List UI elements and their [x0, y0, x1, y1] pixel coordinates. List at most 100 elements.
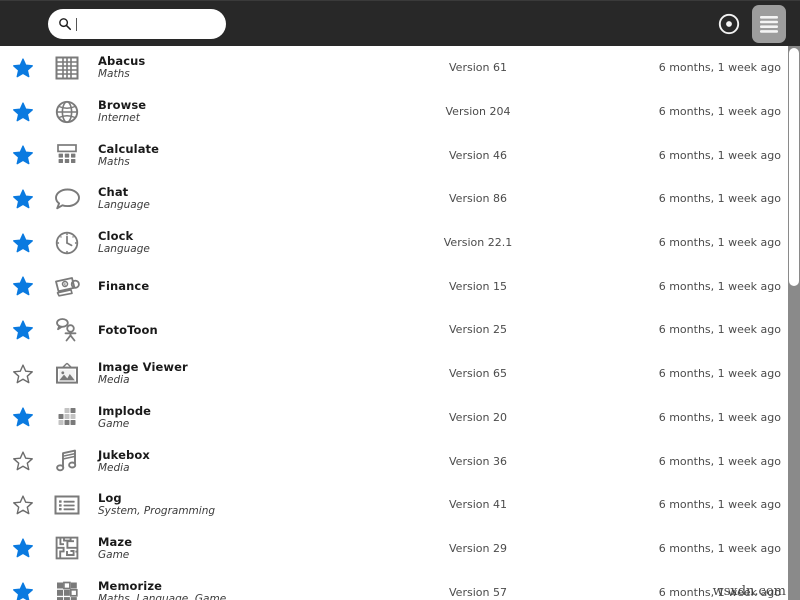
- banknote-icon: $: [53, 274, 81, 298]
- search-input[interactable]: [78, 14, 208, 34]
- table-row[interactable]: Implode Game Version 20 6 months, 1 week…: [0, 396, 788, 440]
- star-filled-icon: [12, 57, 34, 79]
- star-filled-icon: [12, 188, 34, 210]
- activity-date: 6 months, 1 week ago: [658, 236, 781, 250]
- toolbar-right-actions: [714, 1, 786, 47]
- activity-date: 6 months, 1 week ago: [658, 192, 781, 206]
- activity-date: 6 months, 1 week ago: [658, 454, 781, 468]
- table-row[interactable]: Calculate Maths Version 46 6 months, 1 w…: [0, 133, 788, 177]
- favorite-star-button[interactable]: [0, 57, 46, 79]
- table-row[interactable]: Clock Language Version 22.1 6 months, 1 …: [0, 221, 788, 265]
- calculator-icon: [55, 142, 79, 168]
- table-row[interactable]: Log System, Programming Version 41 6 mon…: [0, 483, 788, 527]
- hamburger-list-icon: [758, 14, 780, 34]
- favorite-star-button[interactable]: [0, 406, 46, 428]
- activity-version: Version 20: [449, 410, 507, 424]
- favorite-star-button[interactable]: [0, 101, 46, 123]
- search-box[interactable]: [48, 9, 226, 39]
- favorite-star-button[interactable]: [0, 275, 46, 297]
- activity-icon: [46, 361, 88, 387]
- activity-name-cell[interactable]: Jukebox Media: [88, 448, 378, 475]
- activity-date: 6 months, 1 week ago: [658, 105, 781, 119]
- list-box-icon: [53, 494, 81, 516]
- activity-name-cell[interactable]: Abacus Maths: [88, 54, 378, 81]
- favorite-star-button[interactable]: [0, 450, 46, 472]
- activity-title: Memorize: [98, 578, 163, 593]
- table-row[interactable]: Browse Internet Version 204 6 months, 1 …: [0, 90, 788, 134]
- activity-icon: [46, 580, 88, 600]
- activity-name-cell[interactable]: Calculate Maths: [88, 142, 378, 169]
- activity-title: Browse: [98, 98, 147, 113]
- favorite-star-button[interactable]: [0, 319, 46, 341]
- activity-date: 6 months, 1 week ago: [658, 498, 781, 512]
- activity-name-cell[interactable]: Clock Language: [88, 229, 378, 256]
- activities-list-window: Abacus Maths Version 61 6 months, 1 week…: [0, 0, 800, 600]
- table-row[interactable]: Abacus Maths Version 61 6 months, 1 week…: [0, 46, 788, 90]
- favorite-star-button[interactable]: [0, 363, 46, 385]
- table-row[interactable]: Maze Game Version 29 6 months, 1 week ag…: [0, 527, 788, 571]
- table-row[interactable]: Jukebox Media Version 36 6 months, 1 wee…: [0, 439, 788, 483]
- activity-name-cell[interactable]: Maze Game: [88, 535, 378, 562]
- star-filled-icon: [12, 144, 34, 166]
- activity-version: Version 41: [449, 498, 507, 512]
- favorite-star-button[interactable]: [0, 188, 46, 210]
- activity-tags: Language: [98, 243, 150, 256]
- table-row[interactable]: Chat Language Version 86 6 months, 1 wee…: [0, 177, 788, 221]
- activity-name-cell[interactable]: Memorize Maths, Language, Game: [88, 579, 378, 600]
- favorite-star-button[interactable]: [0, 537, 46, 559]
- activity-name-cell[interactable]: Image Viewer Media: [88, 360, 378, 387]
- activity-title: Implode: [98, 403, 152, 418]
- activity-tags: Maths: [98, 155, 130, 168]
- activity-tags: Maths: [98, 68, 130, 81]
- vertical-scrollbar[interactable]: [788, 46, 800, 600]
- scrollbar-thumb[interactable]: [789, 48, 799, 286]
- star-filled-icon: [12, 581, 34, 600]
- star-outline-icon: [12, 494, 34, 516]
- maze-icon: [54, 535, 80, 561]
- activity-icon: [46, 405, 88, 429]
- activity-name-cell[interactable]: Finance: [88, 279, 378, 293]
- activity-version: Version 204: [445, 105, 511, 119]
- speech-bubble-icon: [54, 187, 81, 211]
- activity-name-cell[interactable]: Browse Internet: [88, 98, 378, 125]
- activity-icon: [46, 448, 88, 474]
- activity-tags: Game: [98, 417, 130, 430]
- clock-icon: [54, 230, 80, 256]
- activity-icon: $: [46, 274, 88, 298]
- search-icon: [58, 17, 72, 31]
- table-row[interactable]: Memorize Maths, Language, Game Version 5…: [0, 570, 788, 600]
- activity-date: 6 months, 1 week ago: [658, 148, 781, 162]
- activity-date: 6 months, 1 week ago: [658, 367, 781, 381]
- activity-name-cell[interactable]: Implode Game: [88, 404, 378, 431]
- favorite-star-button[interactable]: [0, 581, 46, 600]
- table-row[interactable]: Image Viewer Media Version 65 6 months, …: [0, 352, 788, 396]
- activity-title: Maze: [98, 534, 133, 549]
- star-filled-icon: [12, 537, 34, 559]
- record-button[interactable]: [714, 9, 744, 39]
- activity-title: Abacus: [98, 54, 146, 69]
- favorite-star-button[interactable]: [0, 494, 46, 516]
- globe-icon: [54, 99, 80, 125]
- activity-icon: [46, 142, 88, 168]
- star-filled-icon: [12, 232, 34, 254]
- table-row[interactable]: FotoToon Version 25 6 months, 1 week ago: [0, 308, 788, 352]
- activity-title: Log: [98, 491, 122, 506]
- memory-grid-icon: [54, 580, 80, 600]
- star-filled-icon: [12, 275, 34, 297]
- activity-list[interactable]: Abacus Maths Version 61 6 months, 1 week…: [0, 46, 788, 600]
- activity-title: Image Viewer: [98, 360, 188, 375]
- activity-date: 6 months, 1 week ago: [658, 279, 781, 293]
- star-filled-icon: [12, 101, 34, 123]
- blocks-icon: [54, 405, 80, 429]
- activity-name-cell[interactable]: Chat Language: [88, 185, 378, 212]
- favorite-star-button[interactable]: [0, 232, 46, 254]
- activity-name-cell[interactable]: Log System, Programming: [88, 491, 378, 518]
- activity-name-cell[interactable]: FotoToon: [88, 323, 378, 337]
- list-view-button[interactable]: [752, 5, 786, 43]
- table-row[interactable]: $ Finance Version 15 6 months, 1 week ag…: [0, 264, 788, 308]
- favorite-star-button[interactable]: [0, 144, 46, 166]
- activity-tags: Media: [98, 374, 130, 387]
- activity-version: Version 65: [449, 367, 507, 381]
- activity-icon: [46, 535, 88, 561]
- activity-version: Version 22.1: [443, 236, 513, 250]
